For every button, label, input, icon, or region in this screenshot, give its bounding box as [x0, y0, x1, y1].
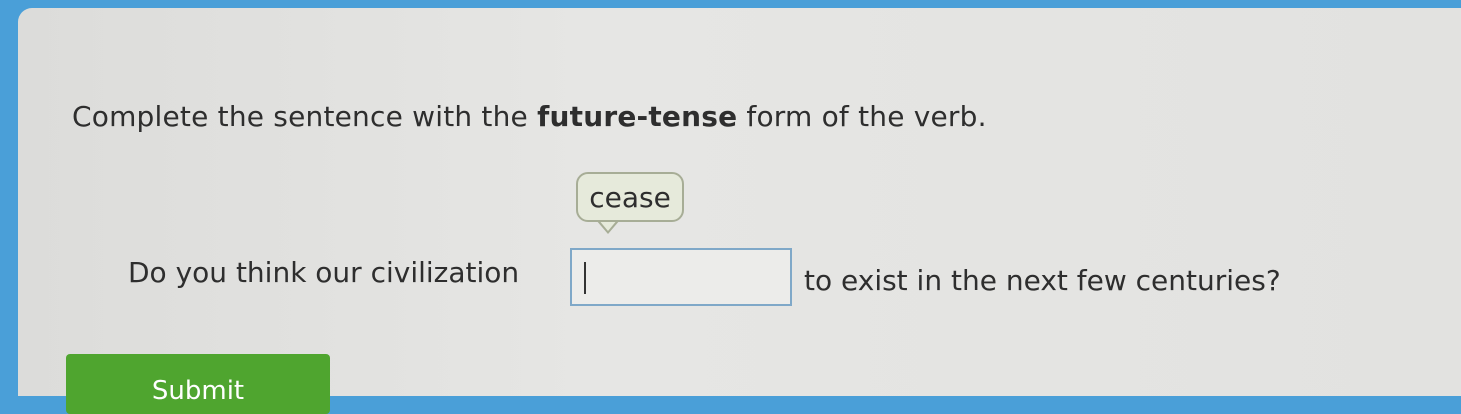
submit-button[interactable]: Submit: [66, 354, 330, 414]
answer-input-box[interactable]: [570, 248, 792, 306]
answer-input[interactable]: [572, 250, 790, 304]
instruction-text: Complete the sentence with the future-te…: [72, 100, 987, 133]
instruction-bold: future-tense: [537, 100, 738, 133]
question-panel: [18, 8, 1461, 396]
verb-hint-text: cease: [589, 180, 671, 214]
instruction-post: form of the verb.: [737, 100, 987, 133]
sentence-part-before: Do you think our civilization: [128, 256, 520, 289]
sentence-part-after: to exist in the next few centuries?: [804, 264, 1281, 297]
instruction-pre: Complete the sentence with the: [72, 100, 538, 133]
verb-hint-bubble: cease: [576, 172, 684, 222]
text-caret: [584, 262, 586, 294]
